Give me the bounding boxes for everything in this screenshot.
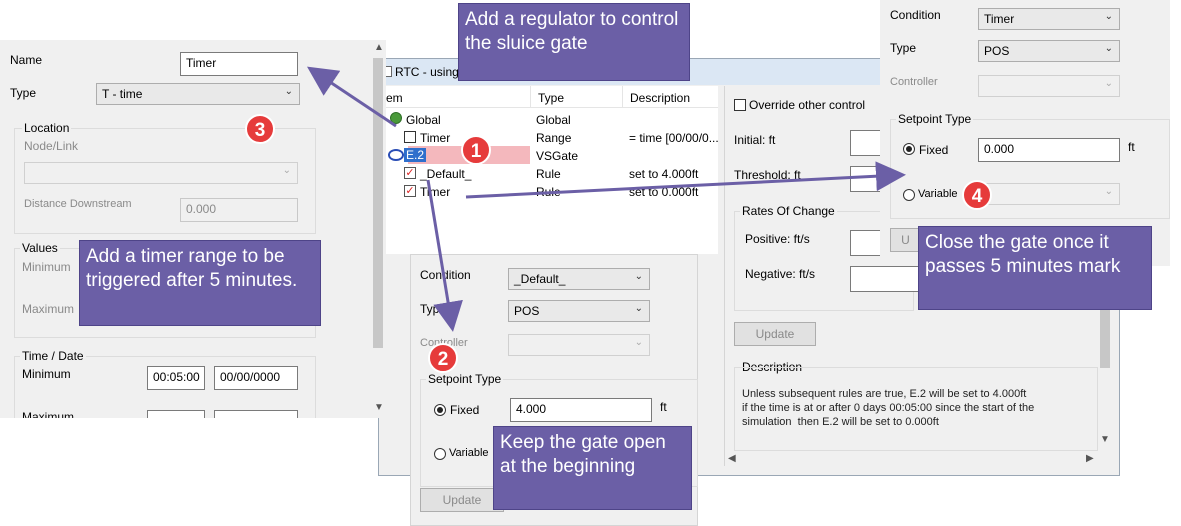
arrow-to-default-rule <box>426 179 463 332</box>
callout-timer: Add a timer range to be triggered after … <box>79 240 321 326</box>
callout-open: Keep the gate open at the beginning <box>493 426 692 510</box>
arrow-to-name-field <box>307 66 397 128</box>
step-badge-4: 4 <box>962 180 992 210</box>
callout-regulator: Add a regulator to control the sluice ga… <box>458 3 690 81</box>
step-badge-1: 1 <box>461 135 491 165</box>
step-badge-3: 3 <box>245 114 275 144</box>
arrow-to-timer-rule <box>465 161 906 199</box>
callout-close: Close the gate once it passes 5 minutes … <box>918 226 1152 310</box>
step-badge-2: 2 <box>428 343 458 373</box>
